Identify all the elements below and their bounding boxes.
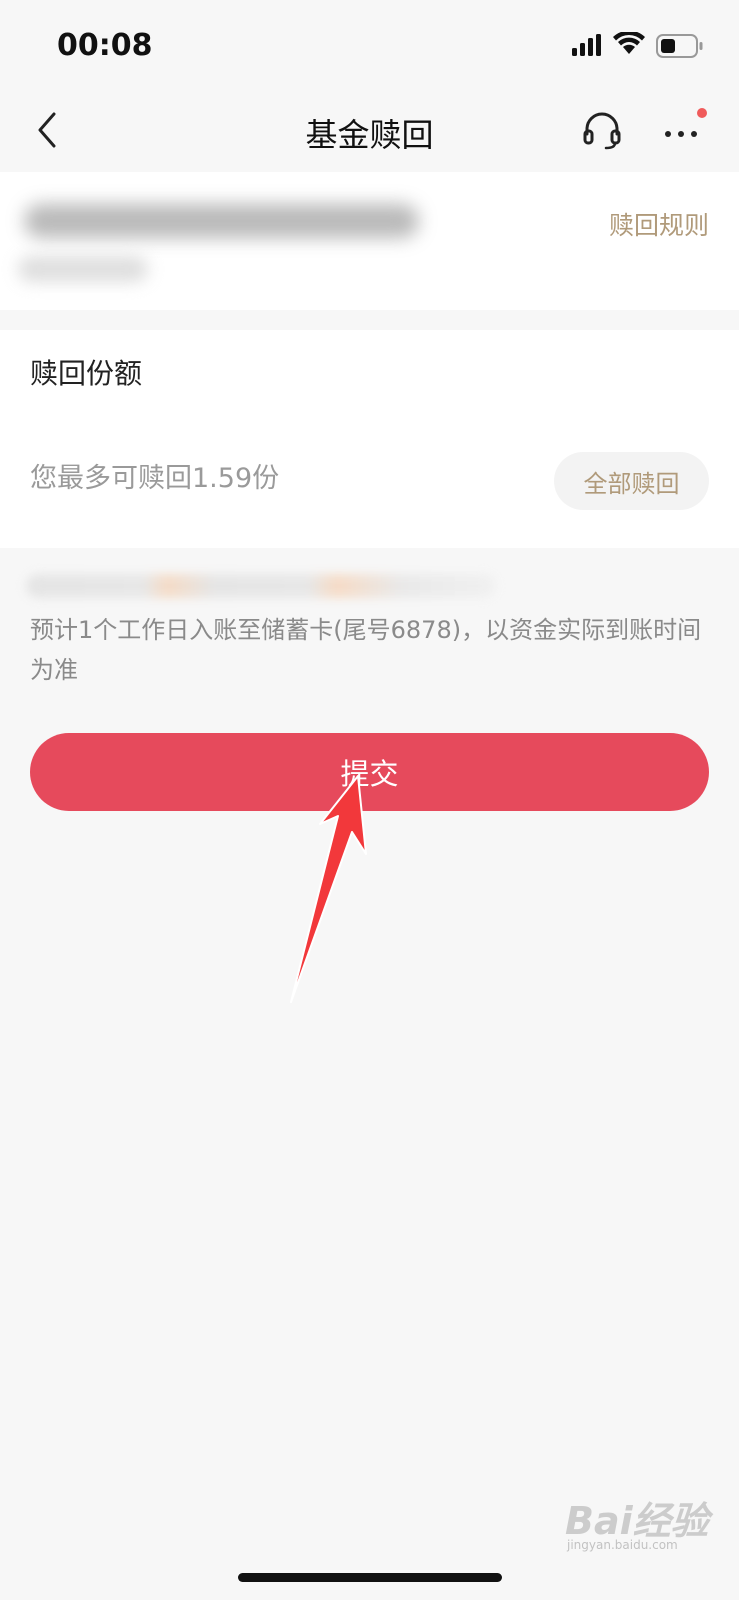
redeem-all-button[interactable]: 全部赎回	[554, 452, 709, 510]
redeem-amount-section: 赎回份额 全部赎回	[0, 330, 739, 548]
nav-bar: 基金赎回	[0, 90, 739, 170]
home-indicator[interactable]	[238, 1573, 502, 1582]
arrival-notice: 预计1个工作日入账至储蓄卡(尾号6878)，以资金实际到账时间为准	[30, 616, 702, 684]
redeem-amount-input[interactable]	[30, 456, 510, 500]
headset-icon[interactable]	[582, 110, 622, 150]
watermark-logo: Bai经验	[565, 1499, 709, 1543]
signal-icon	[572, 34, 601, 56]
fund-info-card: 赎回规则	[0, 172, 739, 310]
watermark: Bai经验 jingyan.baidu.com	[565, 1490, 735, 1560]
redeem-rules-link[interactable]: 赎回规则	[609, 206, 709, 242]
page-title: 基金赎回	[305, 116, 434, 154]
annotation-arrow-icon	[290, 775, 367, 1003]
watermark-url: jingyan.baidu.com	[567, 1538, 678, 1552]
fund-name-redacted	[24, 204, 419, 238]
status-time: 00:08	[57, 28, 153, 63]
wifi-icon	[613, 32, 645, 54]
notice-redacted	[26, 574, 496, 598]
battery-icon	[656, 34, 703, 58]
more-icon[interactable]	[660, 106, 710, 146]
fund-code-redacted	[18, 256, 148, 282]
notification-dot	[697, 108, 707, 118]
status-bar: 00:08	[0, 0, 739, 90]
redeem-amount-label: 赎回份额	[30, 357, 143, 390]
